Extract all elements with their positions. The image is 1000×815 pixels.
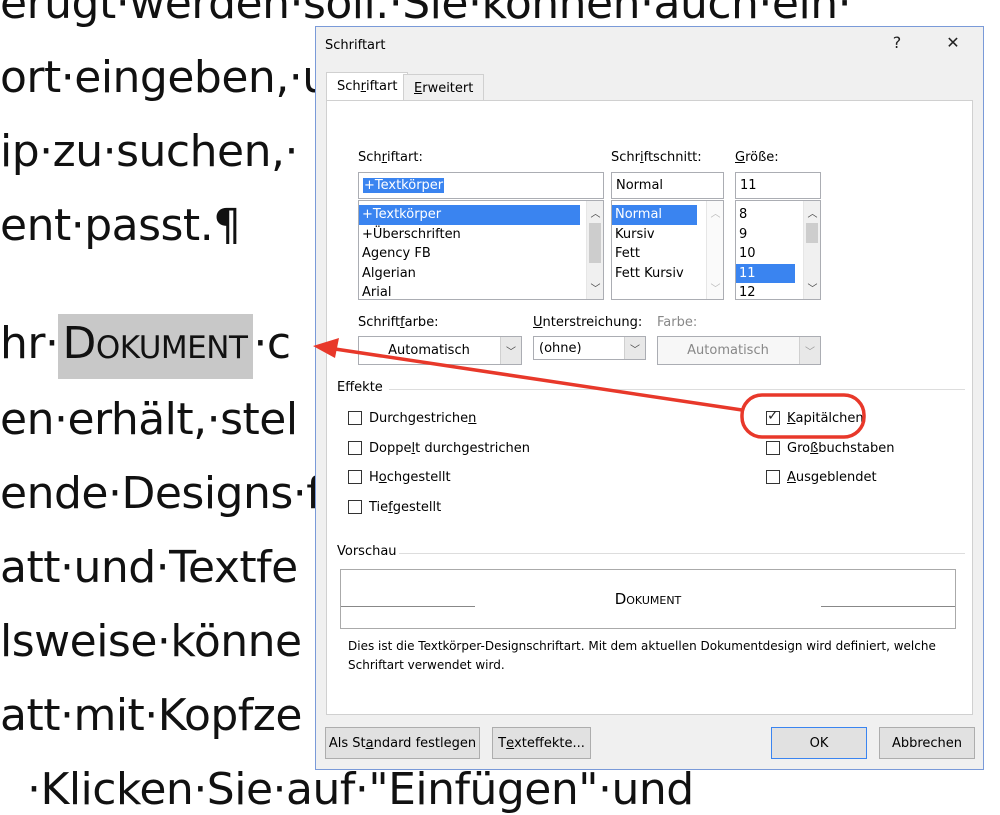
preview-heading: Vorschau bbox=[337, 544, 397, 559]
font-list-item[interactable]: Agency FB bbox=[359, 244, 603, 264]
chevron-up-icon[interactable]: ︿ bbox=[587, 205, 603, 220]
doc-line-highlighted: hr·Dokument ·c bbox=[0, 314, 291, 379]
checkbox-box[interactable] bbox=[766, 441, 780, 455]
chevron-up-icon[interactable]: ︿ bbox=[707, 205, 723, 220]
font-color-select[interactable]: Automatisch ﹀ bbox=[358, 336, 522, 365]
size-input[interactable]: 11 bbox=[735, 172, 821, 199]
cancel-button[interactable]: Abbrechen bbox=[879, 727, 975, 759]
font-input[interactable]: +Textkörper bbox=[358, 172, 604, 199]
ok-button[interactable]: OK bbox=[771, 727, 867, 759]
font-color-label: Schriftfarbe: bbox=[358, 315, 439, 330]
underline-color-value: Automatisch bbox=[687, 343, 769, 358]
underline-label: Unterstreichung: bbox=[533, 315, 643, 330]
text-effects-button[interactable]: Te xteffekte... bbox=[492, 727, 591, 759]
style-list-scrollbar[interactable]: ︿ ﹀ bbox=[706, 201, 723, 299]
set-default-button[interactable]: Als St a ndard festlegen bbox=[325, 727, 480, 759]
underline-value: (ohne) bbox=[539, 340, 582, 356]
doc-line: ende·Designs·f bbox=[0, 468, 322, 519]
tab-advanced[interactable]: Erweitert bbox=[403, 74, 485, 101]
font-label: Schriftart: bbox=[358, 150, 423, 165]
style-list-item[interactable]: Normal bbox=[612, 205, 697, 225]
font-list-item[interactable]: +Textkörper bbox=[359, 205, 580, 225]
hidden-checkbox[interactable]: Ausgeblendet bbox=[766, 468, 877, 486]
font-list[interactable]: +Textkörper +Überschriften Agency FB Alg… bbox=[358, 200, 604, 300]
doc-line: erugt·werden·soll.·Sie·können·auch·ein· bbox=[0, 0, 852, 29]
checkbox-box[interactable] bbox=[348, 470, 362, 484]
doc-line: en·erhält,·stel bbox=[0, 394, 298, 445]
chevron-down-icon[interactable]: ﹀ bbox=[707, 280, 723, 295]
chevron-down-icon[interactable]: ﹀ bbox=[624, 337, 645, 359]
doc-text: hr· bbox=[0, 318, 59, 369]
style-input[interactable]: Normal bbox=[611, 172, 724, 199]
effects-heading: Effekte bbox=[337, 380, 383, 395]
size-list[interactable]: 8 9 10 11 12 ︿ ﹀ bbox=[735, 200, 821, 300]
tab-font[interactable]: Schriftart bbox=[326, 72, 409, 101]
help-button[interactable]: ? bbox=[883, 33, 911, 52]
style-list[interactable]: Normal Kursiv Fett Fett Kursiv ︿ ﹀ bbox=[611, 200, 724, 300]
preview-box: Dokument bbox=[340, 569, 956, 629]
underline-select[interactable]: (ohne) ﹀ bbox=[533, 336, 646, 360]
subscript-checkbox[interactable]: Tie f gestellt bbox=[348, 498, 441, 516]
checkbox-box[interactable] bbox=[766, 470, 780, 484]
size-list-item[interactable]: 11 bbox=[736, 263, 795, 283]
doc-text: ·c bbox=[253, 318, 291, 369]
close-icon: ✕ bbox=[946, 33, 960, 52]
underline-color-label: Farbe: bbox=[657, 315, 698, 330]
dialog-title: Schriftart bbox=[325, 38, 386, 53]
checkmark-icon: ✓ bbox=[767, 408, 779, 424]
font-input-value: +Textkörper bbox=[363, 178, 445, 193]
doc-line: ·Klicken·Sie·auf·"Einfügen"·und bbox=[0, 764, 694, 815]
highlighted-word[interactable]: Dokument bbox=[58, 314, 254, 379]
doc-line: lsweise·könne bbox=[0, 616, 302, 667]
preview-divider bbox=[399, 553, 965, 554]
small-caps-checkbox[interactable]: ✓ Kapitälchen bbox=[766, 408, 864, 427]
close-button[interactable]: ✕ bbox=[939, 33, 967, 52]
scroll-thumb[interactable] bbox=[806, 223, 818, 243]
chevron-down-icon[interactable]: ﹀ bbox=[587, 280, 603, 295]
size-list-scrollbar[interactable]: ︿ ﹀ bbox=[803, 201, 820, 299]
doc-line: att·mit·Kopfze bbox=[0, 690, 302, 741]
font-list-item[interactable]: +Überschriften bbox=[359, 225, 603, 245]
preview-text: Dokument bbox=[614, 590, 682, 608]
checkbox-box[interactable]: ✓ bbox=[766, 408, 780, 425]
style-label: Schriftschnitt: bbox=[611, 150, 702, 165]
chevron-down-icon[interactable]: ﹀ bbox=[500, 337, 521, 364]
scroll-thumb[interactable] bbox=[589, 223, 601, 263]
underline-color-select: Automatisch ﹀ bbox=[657, 336, 821, 365]
size-label: Größe: bbox=[735, 150, 779, 165]
font-list-item[interactable]: Arial bbox=[359, 283, 603, 299]
doc-line: ort·eingeben,·u bbox=[0, 52, 330, 103]
doc-line: ent·passt.¶ bbox=[0, 200, 241, 251]
effects-divider bbox=[389, 389, 965, 390]
checkbox-box[interactable] bbox=[348, 411, 362, 425]
font-color-value: Automatisch bbox=[388, 343, 470, 358]
tab-label: Erweitert bbox=[414, 81, 474, 96]
doc-line: att·und·Textfe bbox=[0, 542, 298, 593]
chevron-down-icon[interactable]: ﹀ bbox=[804, 280, 820, 295]
chevron-up-icon[interactable]: ︿ bbox=[804, 205, 820, 220]
double-strikethrough-checkbox[interactable]: Doppe l t durchgestrichen bbox=[348, 439, 530, 457]
font-list-item[interactable]: Algerian bbox=[359, 264, 603, 284]
chevron-down-icon: ﹀ bbox=[799, 337, 820, 364]
all-caps-checkbox[interactable]: Gro ß buchstaben bbox=[766, 439, 895, 457]
strikethrough-checkbox[interactable]: Durchgestriche n bbox=[348, 409, 476, 427]
preview-description: Dies ist die Textkörper-Designschriftart… bbox=[348, 639, 936, 672]
tab-label: Schriftart bbox=[337, 79, 398, 94]
superscript-checkbox[interactable]: Ho chgestellt bbox=[348, 468, 451, 486]
doc-line: ip·zu·suchen,· bbox=[0, 126, 298, 177]
font-list-scrollbar[interactable]: ︿ ﹀ bbox=[586, 201, 603, 299]
checkbox-box[interactable] bbox=[348, 500, 362, 514]
checkbox-box[interactable] bbox=[348, 441, 362, 455]
font-dialog: Schriftart ? ✕ Schriftart Erweitert Schr… bbox=[315, 26, 984, 770]
